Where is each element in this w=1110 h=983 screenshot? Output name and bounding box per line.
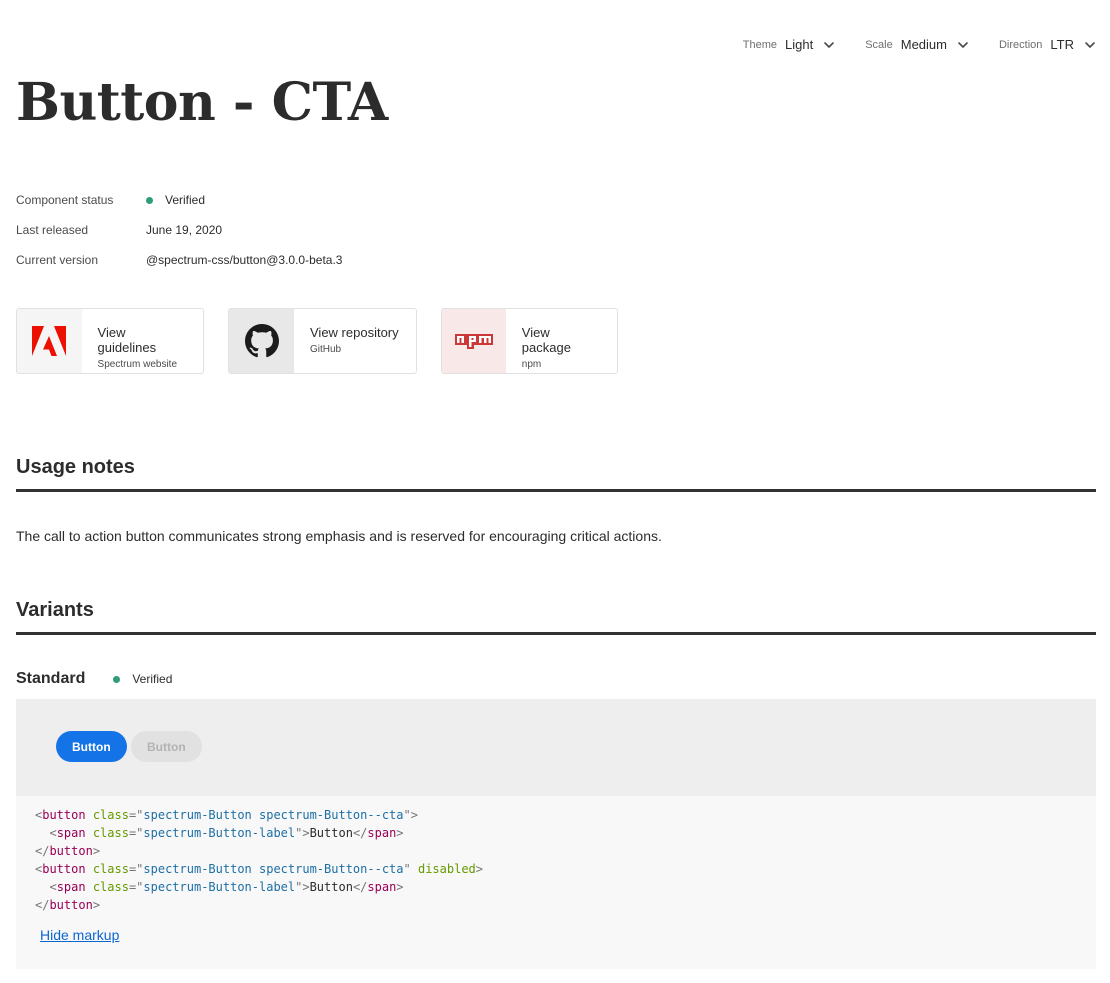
card-title: View package xyxy=(521,325,571,355)
github-icon xyxy=(229,309,294,373)
markup-code: <button class="spectrum-Button spectrum-… xyxy=(35,808,483,912)
resource-cards: View guidelines Spectrum website View re… xyxy=(16,308,642,374)
card-subtitle: npm xyxy=(521,359,542,370)
scale-picker[interactable]: Scale Medium xyxy=(865,37,969,52)
theme-picker[interactable]: Theme Light xyxy=(743,37,835,52)
meta-row-status: Component status Verified xyxy=(16,185,342,215)
meta-row-released: Last released June 19, 2020 xyxy=(16,215,342,245)
status-dot-icon xyxy=(113,675,121,683)
variant-name: Standard xyxy=(16,670,86,687)
hide-markup-link[interactable]: Hide markup xyxy=(40,927,119,943)
section-divider xyxy=(16,632,1096,635)
meta-key: Current version xyxy=(16,253,99,267)
direction-picker[interactable]: Direction LTR xyxy=(999,37,1096,52)
status-badge: Verified xyxy=(113,672,172,686)
usage-text: The call to action button communicates s… xyxy=(16,528,662,544)
status-text: Verified xyxy=(132,672,173,686)
meta-value: @spectrum-css/button@3.0.0-beta.3 xyxy=(146,253,343,267)
usage-heading: Usage notes xyxy=(16,456,135,478)
status-badge: Verified xyxy=(146,193,205,207)
theme-label: Theme xyxy=(742,38,777,51)
status-text: Verified xyxy=(165,193,206,207)
scale-value: Medium xyxy=(900,37,947,52)
section-divider xyxy=(16,489,1096,492)
repository-card[interactable]: View repository GitHub xyxy=(228,308,417,374)
chevron-down-icon xyxy=(957,39,969,51)
chevron-down-icon xyxy=(823,39,835,51)
meta-key: Component status xyxy=(16,193,114,207)
code-block: <button class="spectrum-Button spectrum-… xyxy=(16,796,1096,969)
meta-key: Last released xyxy=(16,223,89,237)
status-dot-icon xyxy=(146,196,153,204)
scale-label: Scale xyxy=(865,38,893,51)
variants-heading: Variants xyxy=(16,599,94,621)
direction-label: Direction xyxy=(998,38,1043,51)
meta-row-version: Current version @spectrum-css/button@3.0… xyxy=(16,245,342,275)
guidelines-card[interactable]: View guidelines Spectrum website xyxy=(16,308,204,374)
package-card[interactable]: View package npm xyxy=(441,308,618,374)
adobe-logo-icon xyxy=(17,309,82,373)
npm-icon xyxy=(442,309,506,373)
card-subtitle: Spectrum website xyxy=(97,359,178,370)
cta-button[interactable]: Button xyxy=(56,731,127,762)
component-meta: Component status Verified Last released … xyxy=(16,185,342,275)
meta-value: June 19, 2020 xyxy=(146,223,223,237)
cta-button-disabled: Button xyxy=(131,731,202,762)
direction-value: LTR xyxy=(1050,37,1074,52)
card-title: View guidelines xyxy=(97,325,157,355)
variant-demo: Button Button xyxy=(16,699,1096,796)
variant-header: Standard Verified xyxy=(16,670,172,688)
card-subtitle: GitHub xyxy=(310,344,342,355)
chevron-down-icon xyxy=(1084,39,1096,51)
card-title: View repository xyxy=(310,325,399,340)
page-title: Button - CTA xyxy=(16,72,388,133)
theme-value: Light xyxy=(785,37,814,52)
settings-toolbar: Theme Light Scale Medium Direction LTR xyxy=(713,37,1096,52)
